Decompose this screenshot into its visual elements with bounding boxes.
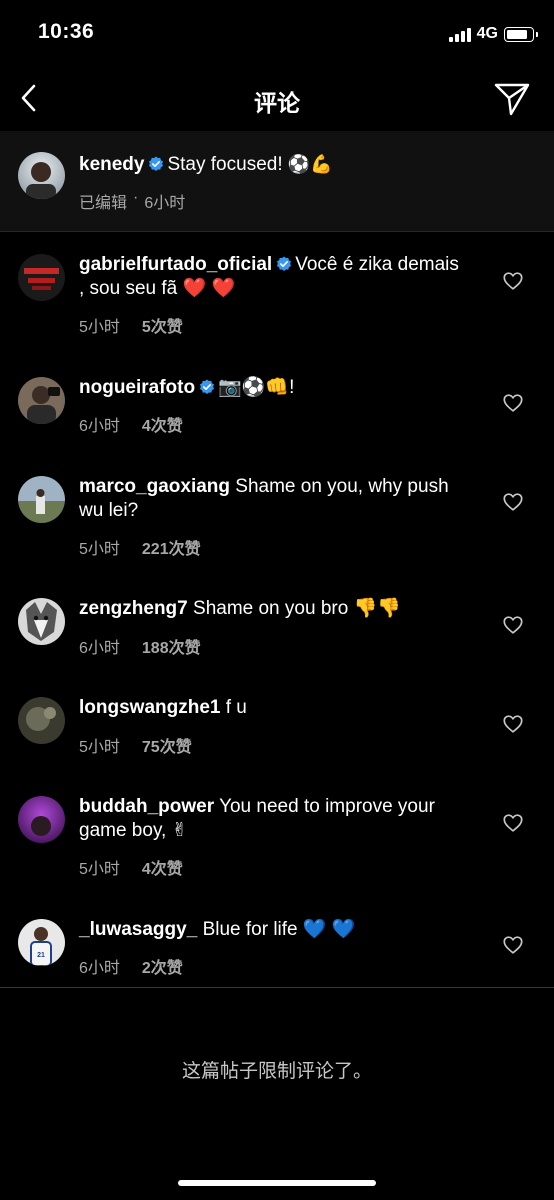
svg-text:21: 21 — [37, 952, 45, 959]
paper-plane-icon — [494, 83, 530, 116]
share-button[interactable] — [492, 78, 532, 118]
comment-meta: 6小时 2次赞 — [79, 954, 183, 978]
comment-time: 6小时 — [79, 960, 120, 977]
avatar[interactable] — [18, 377, 65, 424]
avatar[interactable] — [18, 476, 65, 523]
comment-likes[interactable]: 2次赞 — [142, 954, 183, 978]
verified-badge-icon — [200, 379, 215, 394]
verified-badge-icon — [149, 156, 164, 171]
comment-likes[interactable]: 4次赞 — [142, 855, 183, 879]
avatar[interactable] — [18, 152, 65, 199]
comment-username[interactable]: _luwasaggy_ — [79, 919, 197, 940]
comment-meta: 5小时 75次赞 — [79, 733, 192, 757]
avatar-image — [18, 254, 65, 301]
heart-icon[interactable] — [502, 392, 524, 414]
comment-time: 5小时 — [79, 861, 120, 878]
comments-limited-notice: 这篇帖子限制评论了。 — [181, 1061, 372, 1082]
post-caption: kenedy Stay focused! ⚽💪 已编辑 · 6小时 — [0, 131, 554, 231]
heart-icon[interactable] — [502, 270, 524, 292]
edited-label: 已编辑 — [79, 195, 128, 212]
avatar[interactable] — [18, 697, 65, 744]
comment-time: 5小时 — [79, 739, 120, 756]
avatar-image — [18, 476, 65, 523]
caption-time: 6小时 — [144, 195, 186, 212]
meta-separator: · — [133, 189, 139, 206]
comment-likes[interactable]: 221次赞 — [142, 535, 201, 559]
comment-time: 5小时 — [79, 319, 120, 336]
comment-meta: 5小时 5次赞 — [79, 313, 183, 337]
avatar-image — [18, 697, 65, 744]
comment-meta: 5小时 4次赞 — [79, 855, 183, 879]
nav-bar: 评论 — [0, 66, 554, 130]
network-label: 4G — [476, 25, 498, 42]
comment-text: buddah_power You need to improve your ga… — [79, 795, 469, 843]
comment-text: longswangzhe1 f u — [79, 696, 469, 720]
comment-time: 5小时 — [79, 541, 120, 558]
avatar[interactable]: 21 — [18, 919, 65, 966]
avatar[interactable] — [18, 598, 65, 645]
battery-level — [507, 29, 527, 39]
caption-body: Stay focused! — [167, 154, 283, 175]
caption-divider — [0, 231, 554, 232]
status-indicators: 4G — [448, 24, 538, 44]
comment-username[interactable]: zengzheng7 — [79, 598, 188, 619]
comment-likes[interactable]: 4次赞 — [142, 412, 183, 436]
comment-text: gabrielfurtado_oficial Você é zika demais… — [79, 253, 469, 301]
heart-icon[interactable] — [502, 491, 524, 513]
status-time: 10:36 — [38, 20, 95, 43]
caption-emoji: ⚽💪 — [287, 154, 333, 175]
caption-text: kenedy Stay focused! ⚽💪 — [79, 153, 469, 177]
verified-badge-icon — [277, 256, 292, 271]
heart-icon[interactable] — [502, 713, 524, 735]
caption-username[interactable]: kenedy — [79, 154, 144, 175]
comment-username[interactable]: marco_gaoxiang — [79, 476, 230, 497]
avatar-image — [18, 377, 65, 424]
home-indicator[interactable] — [178, 1180, 376, 1186]
comment-body: f u — [225, 697, 247, 718]
avatar-image — [18, 598, 65, 645]
comment-text: nogueirafoto 📷⚽👊! — [79, 376, 469, 400]
comment-body: 📷⚽👊! — [218, 377, 295, 398]
comment-body: Blue for life 💙 💙 — [202, 919, 356, 940]
avatar-image — [18, 152, 65, 199]
footer-divider — [0, 987, 554, 988]
comment-meta: 6小时 4次赞 — [79, 412, 183, 436]
comment-time: 6小时 — [79, 640, 120, 657]
comment-meta: 5小时 221次赞 — [79, 535, 201, 559]
page-title: 评论 — [254, 90, 300, 116]
comment-username[interactable]: longswangzhe1 — [79, 697, 220, 718]
heart-icon[interactable] — [502, 812, 524, 834]
comment-username[interactable]: gabrielfurtado_oficial — [79, 254, 272, 275]
comment-username[interactable]: nogueirafoto — [79, 377, 195, 398]
comment-text: marco_gaoxiang Shame on you, why push wu… — [79, 475, 469, 523]
comment-username[interactable]: buddah_power — [79, 796, 214, 817]
comment-likes[interactable]: 5次赞 — [142, 313, 183, 337]
heart-icon[interactable] — [502, 614, 524, 636]
comment-text: zengzheng7 Shame on you bro 👎👎 — [79, 597, 469, 621]
comment-body: Shame on you bro 👎👎 — [193, 598, 401, 619]
avatar-image — [18, 796, 65, 843]
comment-likes[interactable]: 75次赞 — [142, 733, 192, 757]
battery-icon — [504, 26, 538, 42]
signal-icon — [448, 26, 471, 42]
status-bar: 10:36 4G — [0, 0, 554, 66]
heart-icon[interactable] — [502, 934, 524, 956]
caption-meta: 已编辑 · 6小时 — [79, 189, 185, 213]
avatar[interactable] — [18, 796, 65, 843]
comment-time: 6小时 — [79, 418, 120, 435]
comment-text: _luwasaggy_ Blue for life 💙 💙 — [79, 918, 469, 942]
comment-meta: 6小时 188次赞 — [79, 634, 201, 658]
avatar-image: 21 — [18, 919, 65, 966]
comment-likes[interactable]: 188次赞 — [142, 634, 201, 658]
avatar[interactable] — [18, 254, 65, 301]
